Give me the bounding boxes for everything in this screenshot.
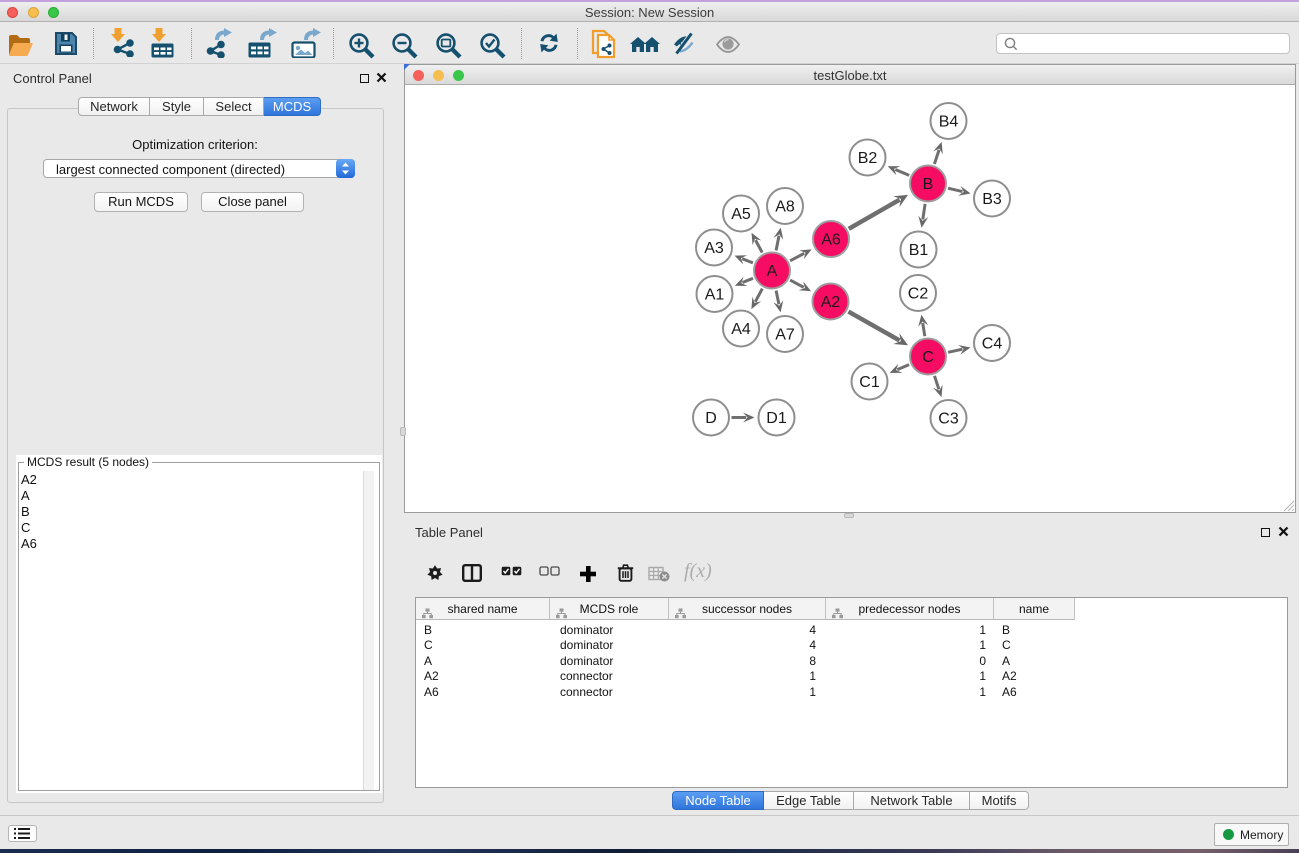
svg-text:D1: D1 xyxy=(766,410,787,427)
svg-text:A2: A2 xyxy=(821,294,841,311)
svg-text:B2: B2 xyxy=(858,150,878,167)
svg-text:C: C xyxy=(922,349,934,366)
svg-text:A1: A1 xyxy=(705,287,725,304)
svg-text:B1: B1 xyxy=(909,242,929,259)
svg-text:A5: A5 xyxy=(731,206,751,223)
svg-text:C1: C1 xyxy=(859,374,880,391)
svg-text:C4: C4 xyxy=(982,336,1003,353)
svg-text:A4: A4 xyxy=(731,321,751,338)
svg-text:A: A xyxy=(767,263,778,280)
svg-text:B4: B4 xyxy=(939,114,959,131)
svg-text:D: D xyxy=(705,410,717,427)
svg-text:A6: A6 xyxy=(821,232,841,249)
svg-text:A7: A7 xyxy=(775,327,795,344)
svg-text:B3: B3 xyxy=(982,191,1002,208)
svg-text:C2: C2 xyxy=(908,286,929,303)
svg-text:C3: C3 xyxy=(938,411,959,428)
svg-text:A3: A3 xyxy=(704,240,724,257)
svg-text:B: B xyxy=(923,176,934,193)
svg-text:A8: A8 xyxy=(775,199,795,216)
